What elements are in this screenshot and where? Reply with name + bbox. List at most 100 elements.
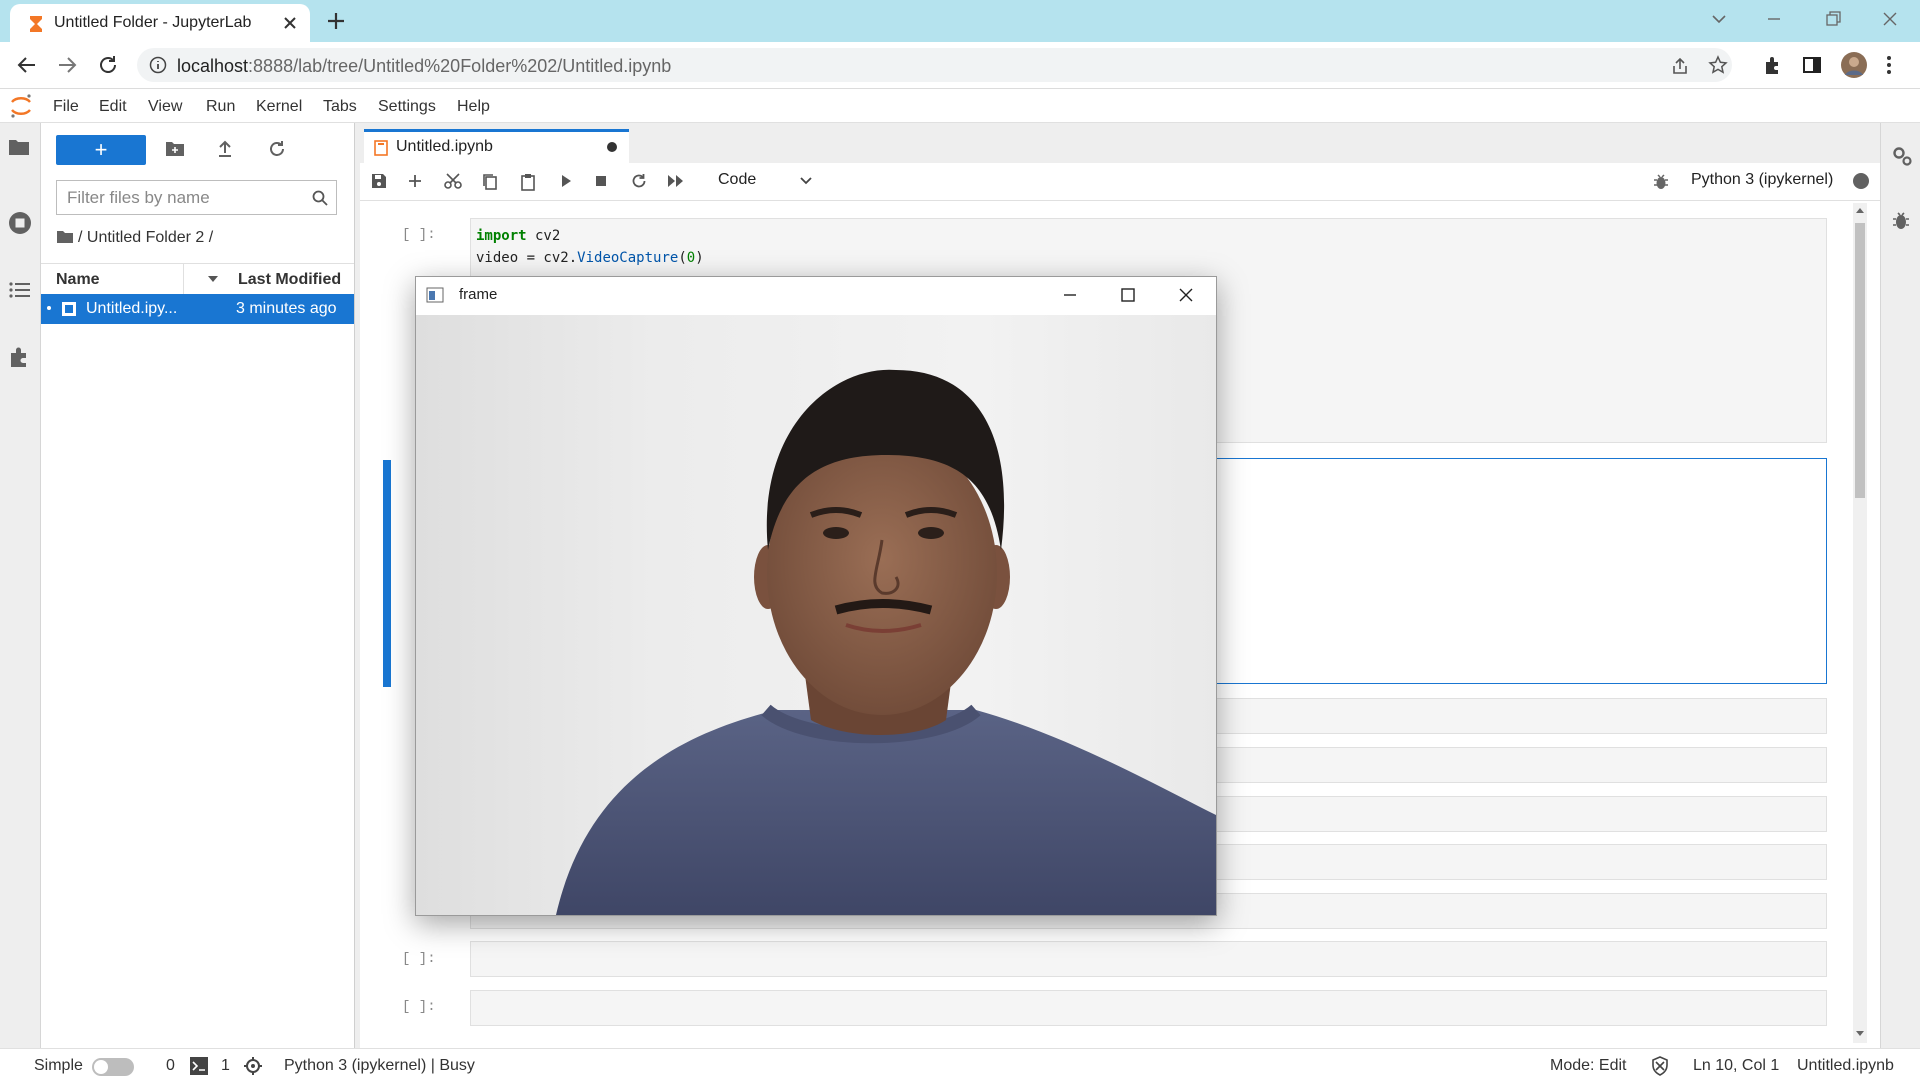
menu-edit[interactable]: Edit xyxy=(99,98,127,116)
column-name[interactable]: Name xyxy=(56,271,100,289)
sort-caret-icon[interactable] xyxy=(207,275,219,283)
menu-run[interactable]: Run xyxy=(206,98,235,116)
side-panel-icon[interactable] xyxy=(1801,54,1823,76)
menu-kernel[interactable]: Kernel xyxy=(256,98,302,116)
notebook-toolbar: Code Python 3 (ipykernel) xyxy=(360,163,1880,201)
kernel-status[interactable]: Python 3 (ipykernel) | Busy xyxy=(284,1057,475,1075)
kernel-name[interactable]: Python 3 (ipykernel) xyxy=(1691,171,1833,189)
file-modified: 3 minutes ago xyxy=(236,300,337,317)
minimize-window-icon[interactable] xyxy=(1765,10,1783,28)
save-icon[interactable] xyxy=(371,173,387,189)
back-icon[interactable] xyxy=(16,54,38,76)
webcam-video-frame xyxy=(416,315,1216,915)
unsaved-dot-icon[interactable] xyxy=(607,142,617,152)
paste-icon[interactable] xyxy=(520,173,536,191)
menu-file[interactable]: File xyxy=(53,98,79,116)
breadcrumb[interactable]: / Untitled Folder 2 / xyxy=(56,229,213,247)
notebook-tab-title: Untitled.ipynb xyxy=(396,138,493,155)
extensions-icon[interactable] xyxy=(1762,54,1784,76)
close-tab-icon[interactable] xyxy=(282,15,298,31)
terminal-icon[interactable] xyxy=(190,1057,208,1075)
address-bar[interactable]: localhost:8888/lab/tree/Untitled%20Folde… xyxy=(137,48,1732,82)
kernel-gear-icon[interactable] xyxy=(243,1056,263,1076)
cell-prompt: [ ]: xyxy=(402,227,436,243)
url-path: :8888/lab/tree/Untitled%20Folder%202/Unt… xyxy=(248,56,672,76)
file-list-item[interactable]: Untitled.ipy... 3 minutes ago xyxy=(41,294,354,324)
menu-help[interactable]: Help xyxy=(457,98,490,116)
file-list-header: Name Last Modified xyxy=(41,263,354,295)
cut-icon[interactable] xyxy=(444,173,462,189)
restore-window-icon[interactable] xyxy=(1824,10,1842,28)
debugger-bug-icon[interactable] xyxy=(1653,173,1669,191)
menu-settings[interactable]: Settings xyxy=(378,98,436,116)
notebook-tab-icon xyxy=(374,140,388,156)
jupyter-menu-bar: File Edit View Run Kernel Tabs Settings … xyxy=(0,89,1920,123)
notebook-scrollbar[interactable] xyxy=(1853,203,1867,1043)
upload-icon[interactable] xyxy=(217,140,233,158)
cell-type-select[interactable]: Code xyxy=(718,171,756,189)
status-file-name: Untitled.ipynb xyxy=(1797,1057,1894,1074)
notebook-file-icon xyxy=(61,301,77,317)
tab-search-icon[interactable] xyxy=(1710,10,1728,28)
filter-files-input[interactable] xyxy=(57,181,307,214)
terminal-count[interactable]: 0 xyxy=(166,1057,175,1075)
opencv-frame-window[interactable]: frame xyxy=(415,276,1217,916)
cursor-position[interactable]: Ln 10, Col 1 xyxy=(1693,1057,1779,1075)
site-info-icon[interactable] xyxy=(149,56,167,74)
frame-maximize-icon[interactable] xyxy=(1120,287,1136,303)
simple-mode-label: Simple xyxy=(34,1057,83,1074)
active-cell-collapser[interactable] xyxy=(383,460,391,687)
property-inspector-gears-icon[interactable] xyxy=(1891,145,1913,167)
share-icon[interactable] xyxy=(1670,56,1690,76)
menu-view[interactable]: View xyxy=(148,98,182,116)
column-last-modified[interactable]: Last Modified xyxy=(238,271,341,289)
editor-mode: Mode: Edit xyxy=(1550,1057,1627,1074)
reload-icon[interactable] xyxy=(97,54,119,76)
chevron-down-icon[interactable] xyxy=(800,177,812,185)
url-host: localhost xyxy=(177,56,249,76)
search-icon xyxy=(312,190,328,206)
refresh-icon[interactable] xyxy=(268,140,286,158)
frame-close-icon[interactable] xyxy=(1178,287,1194,303)
scrollbar-thumb[interactable] xyxy=(1855,223,1865,498)
scroll-up-icon[interactable] xyxy=(1856,207,1864,213)
frame-minimize-icon[interactable] xyxy=(1062,287,1078,303)
running-kernels-icon[interactable] xyxy=(8,211,32,235)
table-of-contents-icon[interactable] xyxy=(9,280,31,300)
close-window-icon[interactable] xyxy=(1881,10,1899,28)
browser-tab[interactable]: Untitled Folder - JupyterLab xyxy=(10,4,310,42)
insert-cell-icon[interactable] xyxy=(407,173,423,189)
filter-files-field[interactable] xyxy=(56,180,337,215)
restart-kernel-icon[interactable] xyxy=(631,173,647,189)
cell-prompt: [ ]: xyxy=(402,951,436,967)
run-cell-icon[interactable] xyxy=(559,174,573,188)
extension-manager-icon[interactable] xyxy=(8,345,32,369)
browser-toolbar: localhost:8888/lab/tree/Untitled%20Folde… xyxy=(0,42,1920,89)
trusted-shield-icon[interactable] xyxy=(1651,1056,1669,1076)
kernel-count[interactable]: 1 xyxy=(221,1057,230,1075)
forward-icon[interactable] xyxy=(56,54,78,76)
code-cell[interactable] xyxy=(470,941,1827,977)
interrupt-kernel-icon[interactable] xyxy=(595,175,607,187)
menu-tabs[interactable]: Tabs xyxy=(323,98,357,116)
cell-prompt: [ ]: xyxy=(402,999,436,1015)
cell-code[interactable]: import cv2 video = cv2.VideoCapture(0) xyxy=(471,219,1826,275)
debugger-icon[interactable] xyxy=(1892,211,1910,231)
bookmark-star-icon[interactable] xyxy=(1708,55,1728,75)
status-bar: Simple 0 1 Python 3 (ipykernel) | Busy M… xyxy=(0,1048,1920,1081)
restart-run-all-icon[interactable] xyxy=(667,174,685,188)
open-indicator-dot xyxy=(47,306,51,310)
new-tab-icon[interactable] xyxy=(325,10,347,32)
tab-untitled-notebook[interactable]: Untitled.ipynb xyxy=(364,129,629,163)
browser-tab-title: Untitled Folder - JupyterLab xyxy=(54,14,252,31)
browser-menu-icon[interactable] xyxy=(1886,54,1892,76)
file-browser-folder-icon[interactable] xyxy=(8,138,30,156)
new-launcher-button[interactable]: + xyxy=(56,135,146,165)
new-folder-icon[interactable] xyxy=(165,141,185,157)
file-name: Untitled.ipy... xyxy=(86,300,178,317)
code-cell[interactable] xyxy=(470,990,1827,1026)
copy-icon[interactable] xyxy=(482,173,498,191)
profile-avatar[interactable] xyxy=(1840,51,1868,79)
simple-mode-toggle[interactable] xyxy=(92,1058,134,1076)
scroll-down-icon[interactable] xyxy=(1856,1031,1864,1037)
